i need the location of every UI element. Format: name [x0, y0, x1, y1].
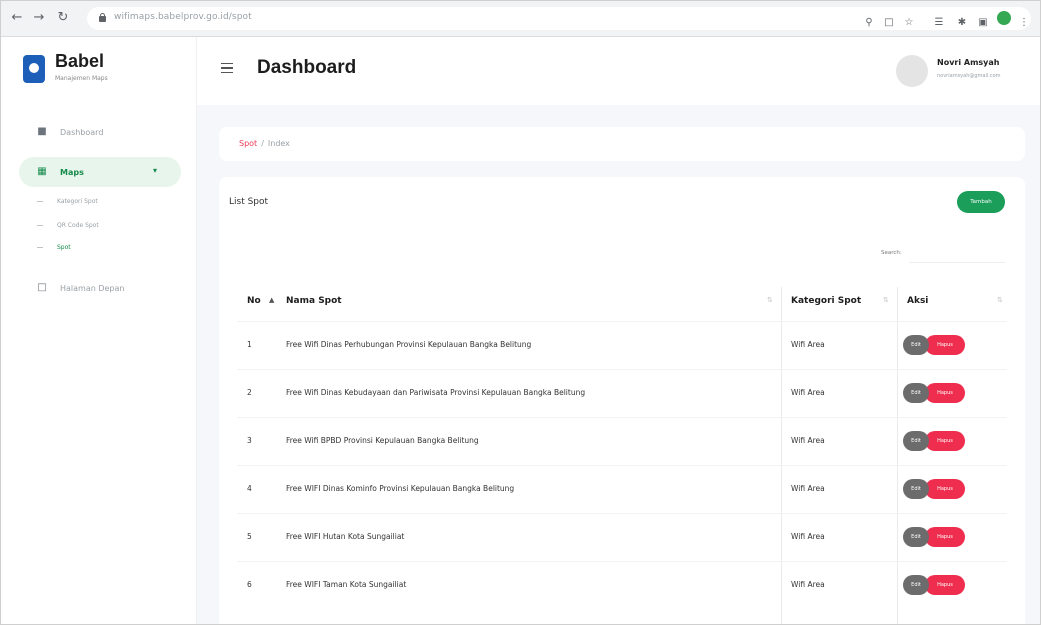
breadcrumb-separator: / [261, 139, 264, 148]
breadcrumb: Spot / Index [219, 127, 1025, 161]
search-input[interactable] [909, 243, 1005, 263]
delete-button[interactable]: Hapus [925, 527, 965, 547]
brand-title: Babel [55, 51, 105, 71]
url-text[interactable]: wifimaps.babelprov.go.id/spot [114, 12, 252, 22]
table-row: 3 Free Wifi BPBD Provinsi Kepulauan Bangk… [237, 417, 1007, 465]
table-row: 4 Free WIFI Dinas Kominfo Provinsi Kepula… [237, 465, 1007, 513]
puzzle-icon[interactable]: ✱ [955, 16, 969, 30]
submenu-item-kategori-spot[interactable]: Kategori Spot [37, 198, 98, 205]
star-icon[interactable]: ☆ [902, 16, 916, 30]
bullet-icon [37, 225, 43, 226]
cell-nama-spot: Free Wifi BPBD Provinsi Kepulauan Bangka… [286, 436, 479, 445]
cell-no: 2 [247, 388, 252, 397]
edit-button[interactable]: Edit [903, 527, 929, 547]
cell-no: 1 [247, 340, 252, 349]
sidebar: Babel Manajemen Maps ■ Dashboard ▦ Maps … [1, 37, 197, 624]
cell-kategori-spot: Wifi Area [791, 388, 825, 397]
dashboard-icon: ■ [37, 126, 47, 137]
column-header-aksi[interactable]: Aksi [907, 296, 928, 306]
sidebar-item-label: Maps [60, 167, 84, 177]
cell-nama-spot: Free WIFI Taman Kota Sungailiat [286, 580, 407, 589]
delete-button[interactable]: Hapus [925, 335, 965, 355]
sidebar-item-halaman-depan[interactable]: □ Halaman Depan [19, 273, 181, 303]
extension-icon[interactable]: ☰ [932, 16, 946, 30]
breadcrumb-current: Index [267, 139, 290, 148]
sort-icon[interactable]: ⇅ [883, 296, 889, 304]
cell-kategori-spot: Wifi Area [791, 580, 825, 589]
sort-asc-icon[interactable]: ▲ [269, 296, 274, 304]
window-icon[interactable]: ▣ [976, 16, 990, 30]
cell-nama-spot: Free Wifi Dinas Perhubungan Provinsi Kep… [286, 340, 532, 349]
address-bar[interactable]: wifimaps.babelprov.go.id/spot ⚲ □ ☆ ☰ ✱ … [87, 7, 1031, 30]
profile-icon[interactable] [997, 11, 1011, 25]
cell-nama-spot: Free Wifi Dinas Kebudayaan dan Pariwisat… [286, 388, 586, 397]
forward-icon[interactable]: → [31, 10, 47, 26]
back-icon[interactable]: ← [9, 10, 25, 26]
submenu-label: Kategori Spot [57, 198, 98, 205]
edit-button[interactable]: Edit [903, 479, 929, 499]
app-window: ← → ↻ wifimaps.babelprov.go.id/spot ⚲ □ … [0, 0, 1041, 625]
sidebar-item-maps[interactable]: ▦ Maps ▾ [19, 157, 181, 187]
map-icon: ▦ [37, 166, 47, 177]
submenu-label: QR Code Spot [57, 222, 99, 229]
user-name[interactable]: Novri Amsyah [937, 58, 999, 67]
search-icon[interactable]: ⚲ [862, 16, 876, 30]
cell-kategori-spot: Wifi Area [791, 340, 825, 349]
submenu-item-spot[interactable]: Spot [37, 244, 71, 251]
monitor-icon: □ [37, 282, 47, 293]
delete-button[interactable]: Hapus [925, 479, 965, 499]
avatar[interactable] [896, 55, 928, 87]
column-header-no[interactable]: No [247, 296, 261, 306]
top-header: Dashboard Novri Amsyah novriamsyah@gmail… [197, 37, 1040, 105]
sort-icon[interactable]: ⇅ [767, 296, 773, 304]
sidebar-item-label: Halaman Depan [60, 283, 125, 293]
column-header-nama-spot[interactable]: Nama Spot [286, 296, 342, 306]
cell-no: 5 [247, 532, 252, 541]
cell-no: 3 [247, 436, 252, 445]
sidebar-item-label: Dashboard [60, 127, 104, 137]
delete-button[interactable]: Hapus [925, 383, 965, 403]
browser-toolbar: ← → ↻ wifimaps.babelprov.go.id/spot ⚲ □ … [1, 1, 1040, 37]
list-title: List Spot [229, 197, 269, 207]
cell-nama-spot: Free WIFI Hutan Kota Sungailiat [286, 532, 405, 541]
cell-kategori-spot: Wifi Area [791, 484, 825, 493]
table-row: 1 Free Wifi Dinas Perhubungan Provinsi Ke… [237, 321, 1007, 369]
delete-button[interactable]: Hapus [925, 575, 965, 595]
bullet-icon [37, 201, 43, 202]
spot-list-card: List Spot Tambah Search: No ▲ Nama Spot … [219, 177, 1025, 624]
edit-button[interactable]: Edit [903, 335, 929, 355]
cell-kategori-spot: Wifi Area [791, 532, 825, 541]
sort-icon[interactable]: ⇅ [997, 296, 1003, 304]
kebab-menu-icon[interactable]: ⋮ [1017, 16, 1031, 30]
brand-logo [23, 55, 45, 83]
column-header-kategori-spot[interactable]: Kategori Spot [791, 296, 861, 306]
lock-icon [99, 13, 106, 22]
submenu-item-qr-code-spot[interactable]: QR Code Spot [37, 222, 99, 229]
add-spot-button[interactable]: Tambah [957, 191, 1005, 213]
main-content: Spot / Index List Spot Tambah Search: No ▲… [197, 105, 1040, 624]
share-icon[interactable]: □ [882, 16, 896, 30]
search-label: Search: [881, 250, 902, 256]
brand-subtitle: Manajemen Maps [55, 75, 108, 82]
edit-button[interactable]: Edit [903, 575, 929, 595]
cell-nama-spot: Free WIFI Dinas Kominfo Provinsi Kepulau… [286, 484, 515, 493]
delete-button[interactable]: Hapus [925, 431, 965, 451]
edit-button[interactable]: Edit [903, 431, 929, 451]
reload-icon[interactable]: ↻ [55, 10, 71, 26]
edit-button[interactable]: Edit [903, 383, 929, 403]
cell-kategori-spot: Wifi Area [791, 436, 825, 445]
cell-no: 4 [247, 484, 252, 493]
table-row: 5 Free WIFI Hutan Kota Sungailiat Wifi Are… [237, 513, 1007, 561]
breadcrumb-link-spot[interactable]: Spot [239, 139, 257, 148]
hamburger-menu-icon[interactable] [221, 63, 233, 73]
sidebar-item-dashboard[interactable]: ■ Dashboard [19, 117, 181, 147]
submenu-label: Spot [57, 244, 71, 251]
chevron-down-icon: ▾ [152, 166, 157, 175]
page-title: Dashboard [257, 57, 357, 78]
user-email: novriamsyah@gmail.com [937, 73, 1001, 79]
table-row: 2 Free Wifi Dinas Kebudayaan dan Pariwisa… [237, 369, 1007, 417]
table-row: 6 Free WIFI Taman Kota Sungailiat Wifi Are… [237, 561, 1007, 609]
cell-no: 6 [247, 580, 252, 589]
bullet-icon [37, 247, 43, 248]
